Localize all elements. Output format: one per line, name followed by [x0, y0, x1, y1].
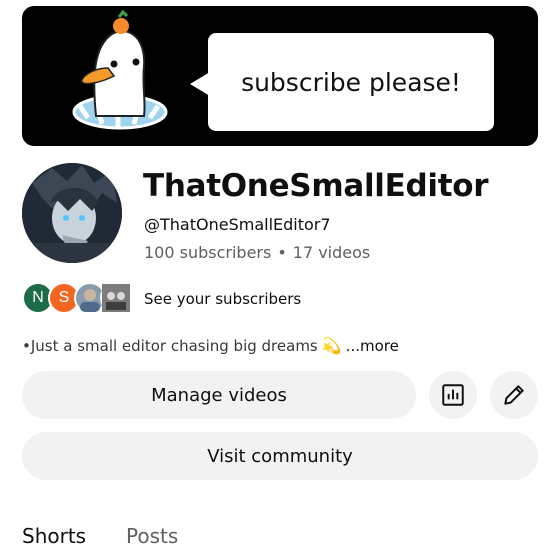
- more-link[interactable]: ...more: [346, 337, 399, 355]
- channel-stats: 100 subscribers • 17 videos: [144, 243, 370, 262]
- channel-avatar[interactable]: [22, 163, 122, 263]
- manage-videos-button[interactable]: Manage videos: [22, 371, 416, 419]
- see-subscribers-link[interactable]: See your subscribers: [144, 290, 301, 308]
- stats-separator: •: [277, 243, 287, 262]
- analytics-button[interactable]: [429, 371, 477, 419]
- speech-bubble: subscribe please!: [208, 33, 494, 131]
- speech-bubble-tail: [190, 72, 210, 96]
- bio-text: •Just a small editor chasing big dreams: [22, 337, 318, 355]
- avatar-image: [22, 163, 122, 263]
- manage-videos-label: Manage videos: [151, 384, 287, 406]
- channel-handle: @ThatOneSmallEditor7: [144, 215, 331, 234]
- channel-description[interactable]: •Just a small editor chasing big dreams 💫…: [22, 336, 399, 355]
- edit-channel-button[interactable]: [490, 371, 538, 419]
- subscriber-avatar: [100, 282, 132, 314]
- channel-banner: subscribe please!: [22, 6, 538, 146]
- pencil-icon: [504, 385, 524, 405]
- tab-shorts[interactable]: Shorts: [22, 524, 86, 548]
- visit-community-button[interactable]: Visit community: [22, 432, 538, 480]
- tab-posts[interactable]: Posts: [126, 524, 178, 548]
- subscriber-count: 100 subscribers: [144, 243, 272, 262]
- channel-name: ThatOneSmallEditor: [143, 168, 489, 204]
- analytics-icon: [442, 384, 464, 406]
- subscriber-avatars[interactable]: N S: [22, 282, 134, 314]
- banner-text: subscribe please!: [241, 67, 461, 97]
- video-count: 17 videos: [292, 243, 371, 262]
- visit-community-label: Visit community: [207, 445, 353, 467]
- dizzy-emoji-icon: 💫: [321, 336, 342, 355]
